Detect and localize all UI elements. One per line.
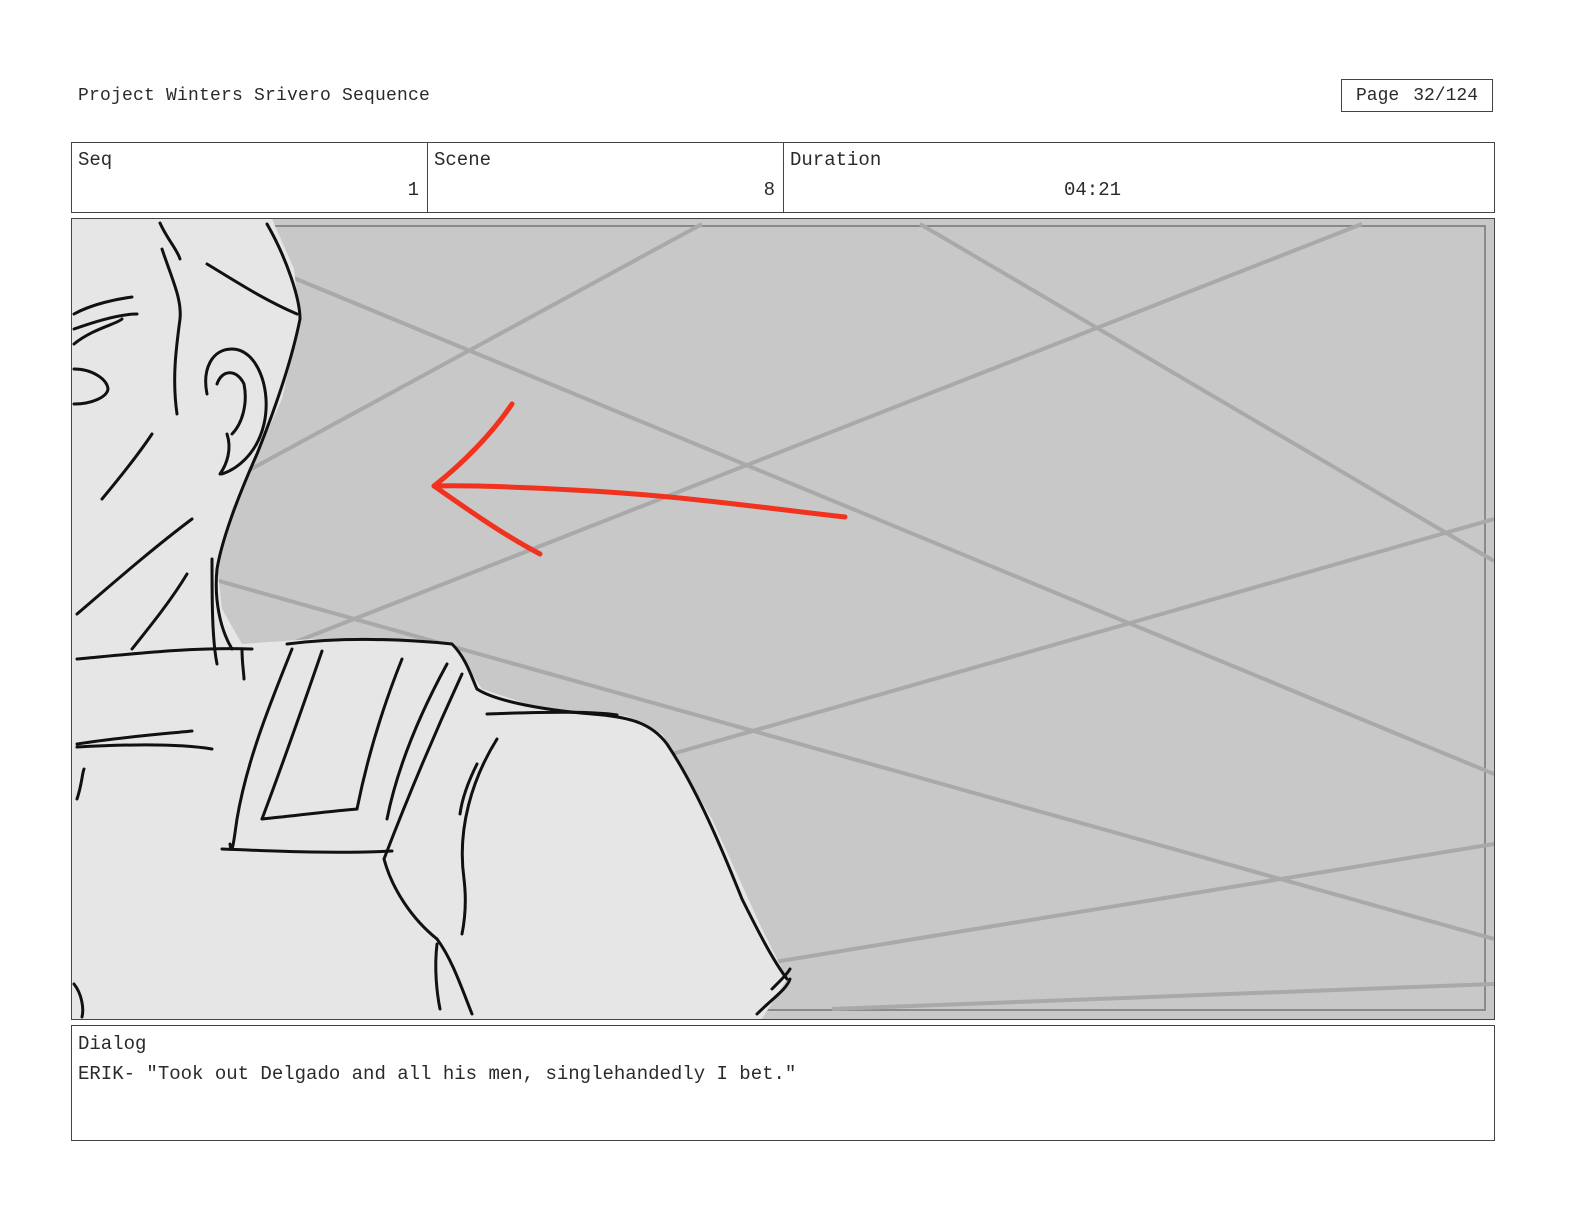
scene-cell: Scene 8 xyxy=(428,143,784,212)
page-label: Page xyxy=(1355,85,1400,106)
duration-label: Duration xyxy=(790,149,882,171)
dialog-label: Dialog xyxy=(78,1033,147,1055)
seq-cell: Seq 1 xyxy=(72,143,428,212)
scene-label: Scene xyxy=(434,149,492,171)
dialog-box: Dialog ERIK- "Took out Delgado and all h… xyxy=(71,1025,1495,1141)
duration-cell: Duration 04:21 xyxy=(784,143,1494,212)
dialog-text: ERIK- "Took out Delgado and all his men,… xyxy=(78,1063,797,1085)
storyboard-sketch xyxy=(72,219,1494,1019)
scene-value: 8 xyxy=(763,179,775,201)
seq-value: 1 xyxy=(407,179,419,201)
storyboard-panel xyxy=(71,218,1495,1020)
seq-label: Seq xyxy=(78,149,113,171)
page-indicator: Page 32/124 xyxy=(1341,79,1493,112)
duration-value: 04:21 xyxy=(1064,179,1122,201)
project-title: Project Winters Srivero Sequence xyxy=(78,86,431,106)
shot-info-row: Seq 1 Scene 8 Duration 04:21 xyxy=(71,142,1495,213)
page-number: 32/124 xyxy=(1413,85,1479,106)
